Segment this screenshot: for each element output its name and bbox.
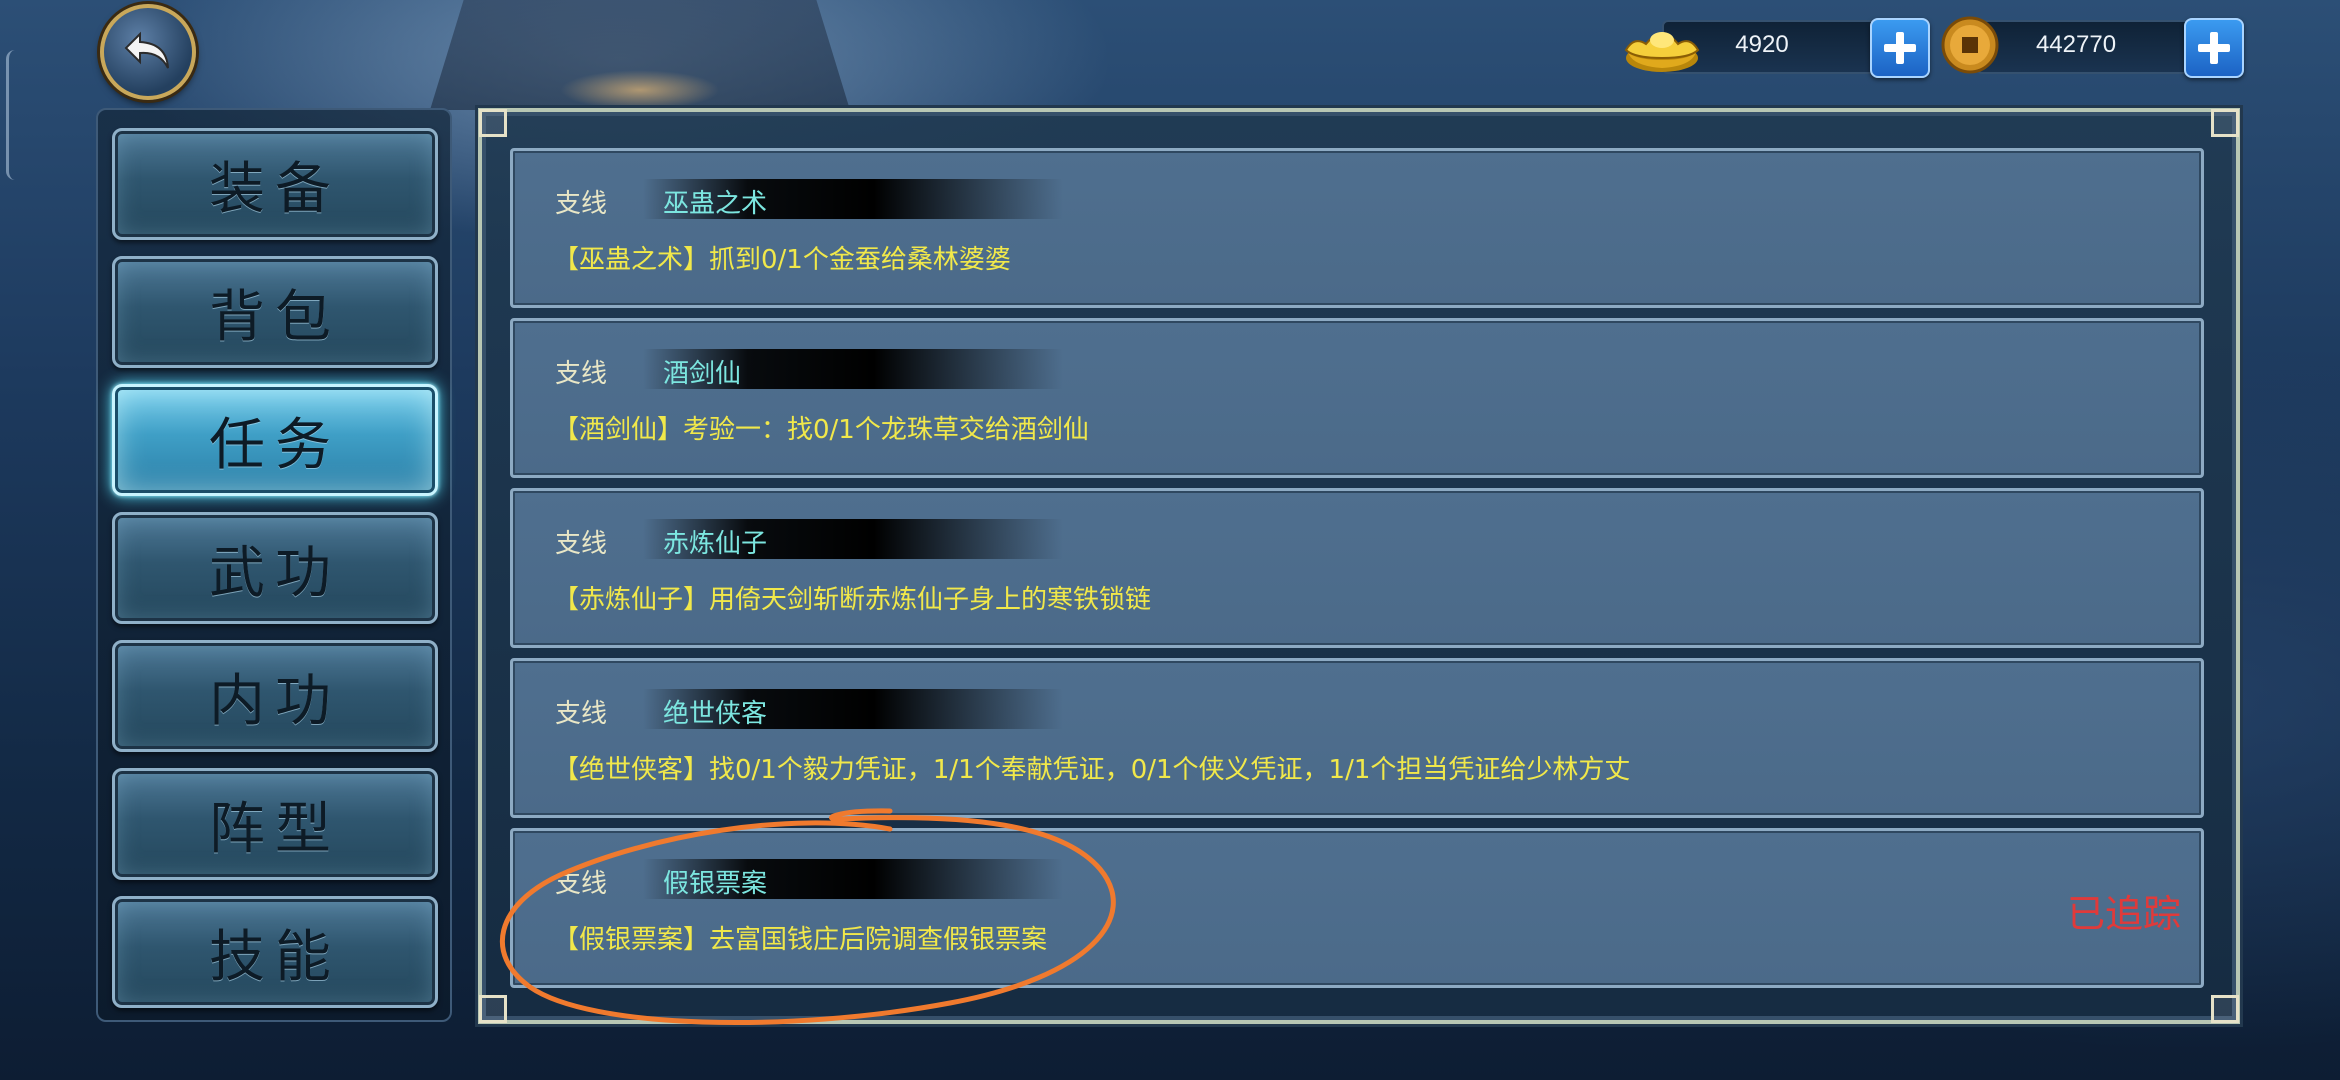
tab-backpack[interactable]: 背包: [112, 256, 438, 368]
background-edge-line: [6, 50, 15, 180]
quest-description: 【赤炼仙子】用倚天剑斩断赤炼仙子身上的寒铁锁链: [553, 585, 1152, 615]
tab-label: 内功: [209, 668, 341, 734]
background-lantern-glow: [560, 70, 720, 110]
tab-label: 武功: [209, 540, 341, 606]
quest-type: 支线: [555, 359, 608, 389]
tab-martial-arts[interactable]: 武功: [112, 512, 438, 624]
quest-description: 【巫蛊之术】抓到0/1个金蚕给桑林婆婆: [553, 245, 1011, 275]
quest-name: 酒剑仙: [663, 359, 742, 389]
back-button[interactable]: [100, 4, 196, 100]
quest-name: 巫蛊之术: [663, 189, 768, 219]
tracked-status: 已追踪: [2066, 892, 2181, 936]
quest-description: 【酒剑仙】考验一：找0/1个龙珠草交给酒剑仙: [553, 415, 1089, 445]
quest-item[interactable]: 支线 巫蛊之术 【巫蛊之术】抓到0/1个金蚕给桑林婆婆: [510, 148, 2204, 308]
add-gold-button[interactable]: [1870, 18, 1930, 78]
tab-label: 阵型: [209, 796, 341, 862]
quest-type: 支线: [555, 699, 608, 729]
sidebar-menu: 装备 背包 任务 武功 内功 阵型 技能: [96, 108, 452, 1022]
quest-type: 支线: [555, 529, 608, 559]
tab-equipment[interactable]: 装备: [112, 128, 438, 240]
plus-icon: [1884, 32, 1916, 64]
quest-item[interactable]: 支线 酒剑仙 【酒剑仙】考验一：找0/1个龙珠草交给酒剑仙: [510, 318, 2204, 478]
corner-ornament: [479, 109, 507, 137]
quest-item[interactable]: 支线 赤炼仙子 【赤炼仙子】用倚天剑斩断赤炼仙子身上的寒铁锁链: [510, 488, 2204, 648]
corner-ornament: [2211, 995, 2239, 1023]
quest-list: 支线 巫蛊之术 【巫蛊之术】抓到0/1个金蚕给桑林婆婆 支线 酒剑仙 【酒剑仙】…: [510, 148, 2204, 998]
quest-item[interactable]: 支线 绝世侠客 【绝世侠客】找0/1个毅力凭证，1/1个奉献凭证，0/1个侠义凭…: [510, 658, 2204, 818]
quest-type: 支线: [555, 189, 608, 219]
plus-icon: [2198, 32, 2230, 64]
quest-name: 绝世侠客: [663, 699, 768, 729]
tab-quests[interactable]: 任务: [112, 384, 438, 496]
tab-inner-power[interactable]: 内功: [112, 640, 438, 752]
tab-label: 任务: [209, 412, 341, 478]
quest-type: 支线: [555, 869, 608, 899]
quest-description: 【假银票案】去富国钱庄后院调查假银票案: [553, 925, 1048, 955]
tab-label: 装备: [209, 156, 341, 222]
quest-item-tracked[interactable]: 支线 假银票案 【假银票案】去富国钱庄后院调查假银票案 已追踪: [510, 828, 2204, 988]
back-arrow-icon: [124, 31, 169, 69]
tab-skills[interactable]: 技能: [112, 896, 438, 1008]
tab-label: 背包: [209, 284, 341, 350]
quest-name: 假银票案: [663, 869, 768, 899]
tab-formation[interactable]: 阵型: [112, 768, 438, 880]
tab-label: 技能: [209, 924, 341, 990]
corner-ornament: [479, 995, 507, 1023]
quest-name: 赤炼仙子: [663, 529, 768, 559]
gold-ingot-icon: [1624, 32, 1700, 72]
add-coin-button[interactable]: [2184, 18, 2244, 78]
corner-ornament: [2211, 109, 2239, 137]
copper-coin-icon: [1941, 16, 1999, 74]
quest-description: 【绝世侠客】找0/1个毅力凭证，1/1个奉献凭证，0/1个侠义凭证，1/1个担当…: [553, 755, 1631, 785]
quest-panel: 支线 巫蛊之术 【巫蛊之术】抓到0/1个金蚕给桑林婆婆 支线 酒剑仙 【酒剑仙】…: [478, 108, 2240, 1024]
